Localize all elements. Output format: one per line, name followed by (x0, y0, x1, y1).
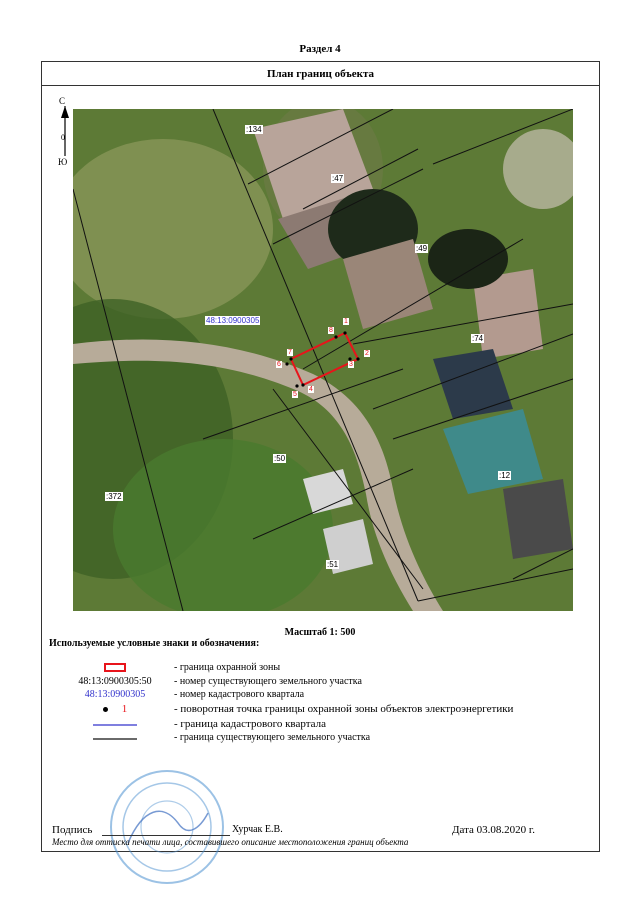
parcel-label: :47 (331, 174, 345, 183)
parcel-label: :372 (105, 492, 123, 501)
parcel-label: :49 (415, 244, 429, 253)
point-dot-icon (102, 706, 108, 712)
point-label: 8 (328, 327, 334, 334)
parcel-label: :134 (245, 125, 263, 134)
point-symbol: 1 (60, 703, 170, 715)
point-label: 4 (308, 386, 314, 393)
parcel-label: :74 (471, 334, 485, 343)
signature-date: Дата 03.08.2020 г. (452, 824, 535, 836)
cadastral-quarter-label: 48:13:0900305 (205, 316, 261, 325)
satellite-map: :134 :47 :49 :74 :12 :50 :372 :51 48:13:… (73, 109, 573, 611)
signer-name: Хурчак Е.В. (232, 824, 283, 835)
compass-south-label: Ю (58, 157, 68, 167)
parcel-label: :50 (273, 454, 287, 463)
stamp-note: Место для оттиска печати лица, составивш… (52, 837, 409, 847)
map-scale: Масштаб 1: 500 (284, 627, 356, 638)
frame-title: План границ объекта (42, 62, 599, 86)
legend-title: Используемые условные знаки и обозначени… (49, 638, 260, 649)
point-label: 2 (364, 350, 370, 357)
point-label: 3 (348, 361, 354, 368)
black-line-icon (60, 732, 170, 744)
red-rectangle-icon (60, 662, 170, 674)
point-label: 7 (287, 349, 293, 356)
svg-text:0: 0 (61, 133, 65, 142)
parcel-label: :12 (498, 471, 512, 480)
section-title: Раздел 4 (299, 43, 341, 55)
point-label: 6 (276, 361, 282, 368)
point-label: 5 (292, 391, 298, 398)
signature-row: Подпись Хурчак Е.В. Дата 03.08.2020 г. (52, 823, 552, 837)
signature-label: Подпись (52, 824, 93, 836)
signature-line (102, 835, 230, 836)
parcel-label: :51 (326, 560, 340, 569)
point-label: 1 (343, 318, 349, 325)
compass: С 0 Ю (57, 96, 73, 168)
blue-line-icon (60, 718, 170, 730)
